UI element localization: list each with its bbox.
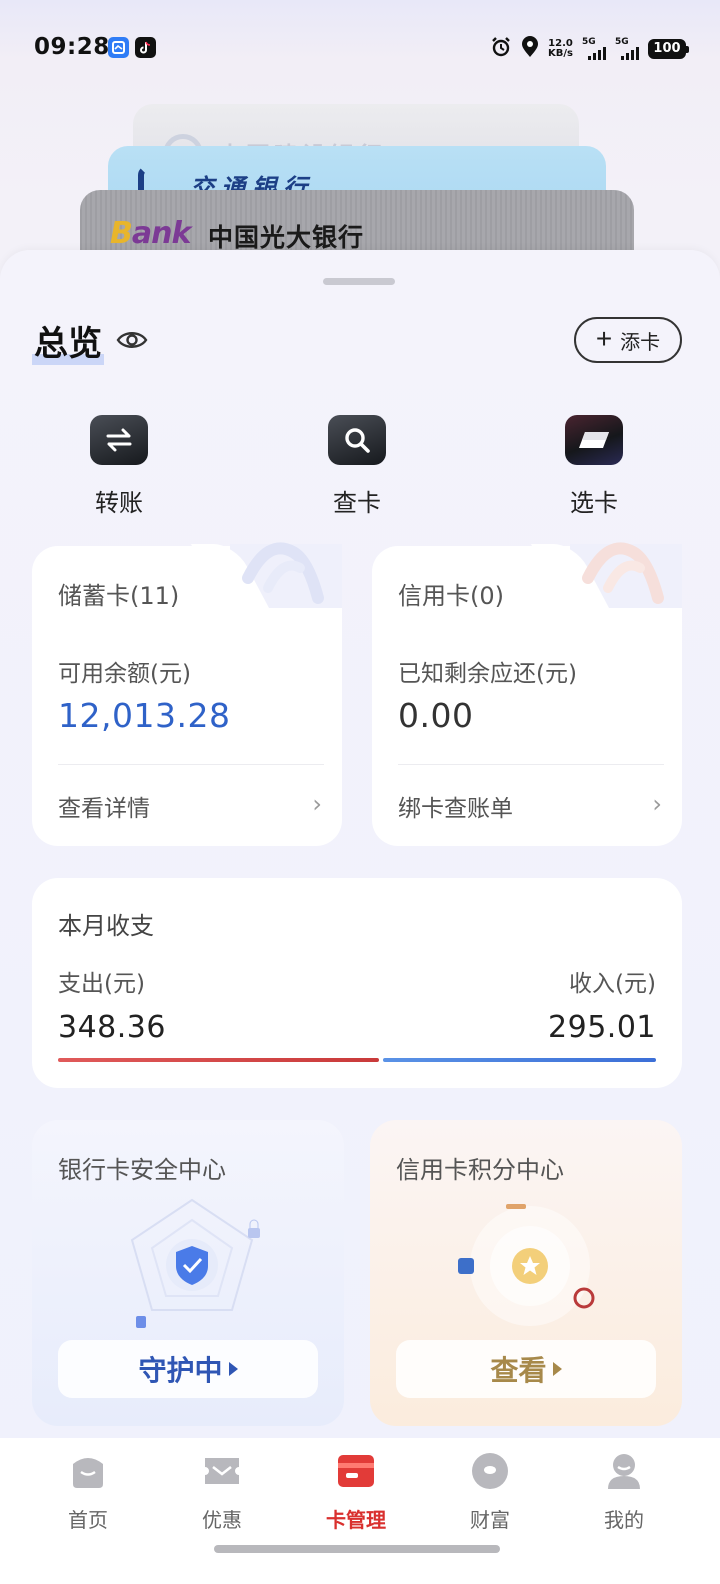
points-view-button[interactable]: 查看 bbox=[396, 1340, 656, 1398]
points-center-panel[interactable]: 信用卡积分中心 查看 bbox=[370, 1120, 682, 1426]
tab-home-label: 首页 bbox=[68, 1508, 108, 1532]
security-guard-button[interactable]: 守护中 bbox=[58, 1340, 318, 1398]
divider bbox=[398, 764, 664, 765]
tab-profile-label: 我的 bbox=[604, 1508, 644, 1532]
quick-check-card-label: 查卡 bbox=[333, 489, 381, 517]
debit-decoration-icon bbox=[242, 542, 324, 604]
debit-balance-label: 可用余额(元) bbox=[58, 661, 191, 687]
tab-wealth[interactable]: 财富 bbox=[440, 1452, 540, 1533]
ceb-logo: Bank bbox=[110, 216, 191, 251]
quick-choose-card[interactable]: 选卡 bbox=[524, 415, 664, 518]
alarm-icon bbox=[490, 36, 512, 62]
add-card-label: 添卡 bbox=[620, 331, 661, 354]
status-bar: 09:28 12.0 KB/s 5G 5G 100 bbox=[0, 0, 720, 96]
transfer-icon bbox=[90, 415, 148, 465]
tab-card-management[interactable]: 卡管理 bbox=[306, 1452, 406, 1533]
bottom-tab-bar: 首页 优惠 卡管理 财富 我的 bbox=[0, 1438, 720, 1584]
monthly-flow-panel[interactable]: 本月收支 支出(元) 收入(元) 348.36 295.01 bbox=[32, 878, 682, 1088]
tab-profile[interactable]: 我的 bbox=[574, 1452, 674, 1533]
tab-offers[interactable]: 优惠 bbox=[172, 1452, 272, 1533]
divider bbox=[58, 764, 324, 765]
status-right: 12.0 KB/s 5G 5G 100 bbox=[490, 36, 689, 62]
credit-card-panel[interactable]: 信用卡(0) 已知剩余应还(元) 0.00 绑卡查账单 › bbox=[372, 542, 682, 846]
card-management-sheet: 总览 + 添卡 转账 查卡 选卡 储蓄卡(11) 可用余额(元) 12,013.… bbox=[0, 250, 720, 1584]
tab-home[interactable]: 首页 bbox=[38, 1452, 138, 1533]
credit-balance-value: 0.00 bbox=[398, 696, 474, 735]
debit-card-title: 储蓄卡(11) bbox=[58, 582, 180, 610]
card-select-icon bbox=[565, 415, 623, 465]
expense-value: 348.36 bbox=[58, 1010, 166, 1045]
ticket-icon bbox=[205, 1458, 239, 1484]
eye-icon[interactable] bbox=[116, 324, 148, 356]
add-card-button[interactable]: + 添卡 bbox=[574, 317, 682, 363]
debit-card-panel[interactable]: 储蓄卡(11) 可用余额(元) 12,013.28 查看详情 › bbox=[32, 542, 342, 846]
income-label: 收入(元) bbox=[569, 971, 656, 997]
credit-card-title: 信用卡(0) bbox=[398, 582, 504, 610]
signal-sim1: 5G bbox=[582, 38, 606, 60]
card-bank-name: 中国光大银行 bbox=[208, 223, 365, 252]
tab-offers-label: 优惠 bbox=[202, 1508, 242, 1532]
triangle-right-icon bbox=[228, 1362, 238, 1376]
security-guard-label: 守护中 bbox=[138, 1354, 223, 1387]
security-center-panel[interactable]: 银行卡安全中心 守护中 bbox=[32, 1120, 344, 1426]
quick-transfer-label: 转账 bbox=[95, 489, 143, 517]
points-star-icon bbox=[458, 1204, 595, 1326]
profile-icon bbox=[608, 1454, 640, 1489]
search-icon bbox=[328, 415, 386, 465]
points-center-title: 信用卡积分中心 bbox=[396, 1156, 564, 1184]
debit-details-link[interactable]: 查看详情 bbox=[58, 789, 150, 823]
credit-balance-label: 已知剩余应还(元) bbox=[398, 661, 577, 687]
debit-balance-value: 12,013.28 bbox=[58, 696, 231, 735]
income-bar bbox=[383, 1058, 656, 1062]
overview-title: 总览 bbox=[32, 316, 104, 365]
network-speed: 12.0 KB/s bbox=[548, 38, 573, 59]
quick-transfer[interactable]: 转账 bbox=[49, 415, 189, 518]
chevron-right-icon: › bbox=[312, 790, 322, 818]
triangle-right-icon bbox=[552, 1362, 562, 1376]
card-icon bbox=[338, 1455, 374, 1487]
signal-bars-icon bbox=[621, 47, 639, 60]
expense-label: 支出(元) bbox=[58, 971, 145, 997]
credit-decoration-icon bbox=[582, 542, 664, 604]
monthly-flow-title: 本月收支 bbox=[58, 912, 154, 940]
home-indicator[interactable] bbox=[214, 1545, 500, 1553]
points-view-label: 查看 bbox=[490, 1354, 547, 1387]
home-icon bbox=[73, 1458, 103, 1488]
income-value: 295.01 bbox=[548, 1010, 656, 1045]
signal-bars-icon bbox=[588, 47, 606, 60]
tiktok-notification-icon bbox=[135, 37, 156, 58]
tab-wealth-label: 财富 bbox=[470, 1508, 510, 1532]
shield-icon bbox=[130, 1198, 260, 1328]
tab-card-management-label: 卡管理 bbox=[326, 1508, 386, 1532]
wealth-icon bbox=[472, 1453, 508, 1489]
location-icon bbox=[521, 36, 539, 62]
plus-icon: + bbox=[595, 323, 613, 354]
sheet-drag-handle[interactable] bbox=[323, 278, 395, 285]
bank-card-stack[interactable]: 中国建设银行 交通银行 Bank 中国光大银行 bbox=[0, 96, 720, 300]
app-notification-icon bbox=[108, 37, 129, 58]
expense-bar bbox=[58, 1058, 379, 1062]
security-center-title: 银行卡安全中心 bbox=[58, 1156, 226, 1184]
quick-check-card[interactable]: 查卡 bbox=[287, 415, 427, 518]
chevron-right-icon: › bbox=[652, 790, 662, 818]
signal-sim2: 5G bbox=[615, 38, 639, 60]
quick-choose-card-label: 选卡 bbox=[570, 489, 618, 517]
status-time: 09:28 bbox=[34, 34, 110, 60]
battery-indicator: 100 bbox=[648, 39, 689, 59]
credit-bind-link[interactable]: 绑卡查账单 bbox=[398, 789, 513, 823]
